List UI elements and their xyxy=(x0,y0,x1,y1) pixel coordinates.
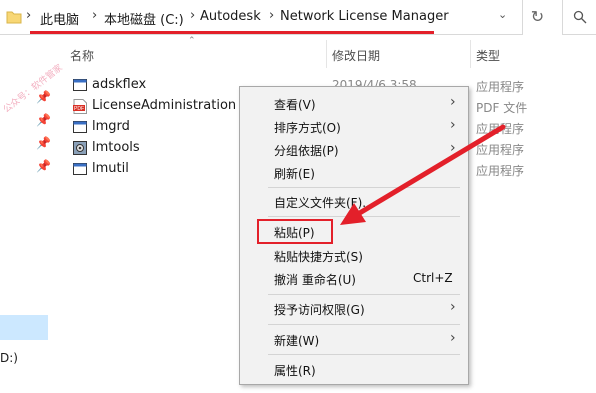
file-name[interactable]: LicenseAdministration xyxy=(92,98,236,113)
file-name[interactable]: adskflex xyxy=(92,77,146,92)
file-type: 应用程序 xyxy=(476,164,525,178)
chevron-right-icon: › xyxy=(450,330,456,346)
folder-icon xyxy=(6,11,22,24)
menu-item-sort[interactable]: 排序方式(O) › xyxy=(240,116,468,138)
menu-item-undo-rename[interactable]: 撤消 重命名(U) Ctrl+Z xyxy=(240,268,468,290)
menu-item-give-access[interactable]: 授予访问权限(G) › xyxy=(240,298,468,320)
crumb-local-disk[interactable]: 本地磁盘 (C:) xyxy=(104,9,184,28)
pdf-icon: PDF xyxy=(73,99,87,114)
sort-ascending-icon: ⌃ xyxy=(188,36,196,46)
column-divider[interactable] xyxy=(326,40,327,68)
chevron-right-icon: › xyxy=(450,94,456,110)
address-bar[interactable]: › 此电脑 › 本地磁盘 (C:) › Autodesk › Network L… xyxy=(0,0,522,35)
pin-icon[interactable]: 📌 xyxy=(36,136,51,150)
paste-highlight-box xyxy=(257,219,333,244)
crumb-this-pc[interactable]: 此电脑 xyxy=(40,9,79,28)
nav-item-drive-d[interactable]: D:) xyxy=(0,351,18,365)
search-box[interactable] xyxy=(562,0,596,35)
menu-item-refresh[interactable]: 刷新(E) xyxy=(240,162,468,184)
address-underline-highlight xyxy=(30,31,434,34)
refresh-icon: ↻ xyxy=(530,7,545,26)
menu-item-customize-folder[interactable]: 自定义文件夹(F)... xyxy=(240,191,468,213)
menu-item-view[interactable]: 查看(V) › xyxy=(240,93,468,115)
file-type: 应用程序 xyxy=(476,80,525,94)
menu-item-label: 查看(V) xyxy=(274,98,316,112)
context-menu: 查看(V) › 排序方式(O) › 分组依据(P) › 刷新(E) 自定义文件夹… xyxy=(239,86,469,385)
exe-icon xyxy=(73,121,87,133)
pin-icon[interactable]: 📌 xyxy=(36,90,51,104)
chevron-right-icon: › xyxy=(450,299,456,315)
menu-separator xyxy=(268,354,460,355)
file-type: 应用程序 xyxy=(476,122,525,136)
file-type: 应用程序 xyxy=(476,143,525,157)
menu-item-shortcut: Ctrl+Z xyxy=(413,271,453,285)
exe-icon xyxy=(73,79,87,91)
chevron-right-icon[interactable]: › xyxy=(190,8,195,23)
menu-item-properties[interactable]: 属性(R) xyxy=(240,359,468,381)
menu-item-new[interactable]: 新建(W) › xyxy=(240,329,468,351)
tools-icon xyxy=(73,141,87,155)
file-name[interactable]: lmtools xyxy=(92,140,140,155)
chevron-down-icon[interactable]: ⌄ xyxy=(498,8,507,21)
menu-item-label: 属性(R) xyxy=(274,364,316,378)
menu-item-label: 新建(W) xyxy=(274,334,320,348)
watermark-text: 公众号：软件管家 xyxy=(1,63,65,116)
navigation-pane: 公众号：软件管家 📌 📌 📌 📌 D:) xyxy=(0,35,65,393)
pin-icon[interactable]: 📌 xyxy=(36,159,51,173)
file-name[interactable]: lmutil xyxy=(92,161,129,176)
chevron-right-icon[interactable]: › xyxy=(26,8,31,23)
chevron-right-icon[interactable]: › xyxy=(269,8,274,23)
menu-item-label: 刷新(E) xyxy=(274,167,315,181)
exe-icon xyxy=(73,163,87,175)
menu-item-label: 自定义文件夹(F)... xyxy=(274,196,374,210)
menu-separator xyxy=(268,216,460,217)
menu-item-group[interactable]: 分组依据(P) › xyxy=(240,139,468,161)
menu-item-paste-shortcut[interactable]: 粘贴快捷方式(S) xyxy=(240,245,468,267)
menu-separator xyxy=(268,187,460,188)
menu-item-label: 授予访问权限(G) xyxy=(274,303,365,317)
menu-separator xyxy=(268,324,460,325)
search-icon xyxy=(573,10,587,24)
file-type: PDF 文件 xyxy=(476,101,528,115)
menu-item-label: 撤消 重命名(U) xyxy=(274,273,356,287)
crumb-network-license-manager[interactable]: Network License Manager xyxy=(280,9,449,24)
refresh-button[interactable]: ↻ xyxy=(522,0,552,35)
column-divider[interactable] xyxy=(470,40,471,68)
column-header-type[interactable]: 类型 xyxy=(476,47,500,64)
pin-icon[interactable]: 📌 xyxy=(36,113,51,127)
menu-item-label: 粘贴快捷方式(S) xyxy=(274,250,363,264)
menu-item-label: 排序方式(O) xyxy=(274,121,341,135)
column-header-date[interactable]: 修改日期 xyxy=(332,47,380,64)
menu-separator xyxy=(268,294,460,295)
crumb-autodesk[interactable]: Autodesk xyxy=(200,9,261,24)
chevron-right-icon: › xyxy=(450,140,456,156)
chevron-right-icon[interactable]: › xyxy=(92,8,97,23)
file-name[interactable]: lmgrd xyxy=(92,119,130,134)
chevron-right-icon: › xyxy=(450,117,456,133)
svg-text:PDF: PDF xyxy=(74,106,84,112)
nav-item-selected[interactable] xyxy=(0,315,48,340)
column-header-name[interactable]: 名称 xyxy=(70,47,94,64)
menu-item-label: 分组依据(P) xyxy=(274,144,339,158)
